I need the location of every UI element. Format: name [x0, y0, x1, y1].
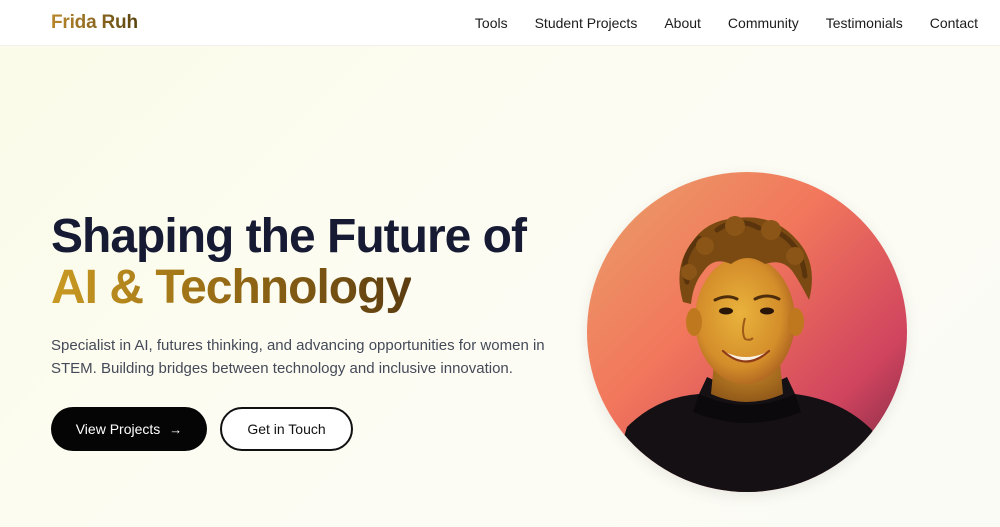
- get-in-touch-label: Get in Touch: [247, 421, 326, 437]
- get-in-touch-button[interactable]: Get in Touch: [220, 407, 353, 451]
- nav-links: Tools Student Projects About Community T…: [448, 15, 978, 31]
- view-projects-button[interactable]: View Projects →: [51, 407, 207, 451]
- arrow-right-icon: →: [169, 421, 183, 437]
- view-projects-label: View Projects: [75, 421, 161, 437]
- hero-section: Shaping the Future of AI & Technology Sp…: [0, 47, 1000, 527]
- hero-headline-line2: AI & Technology: [51, 261, 412, 314]
- nav-link-student-projects[interactable]: Student Projects: [535, 15, 638, 31]
- nav-link-community[interactable]: Community: [728, 15, 799, 31]
- nav-link-contact[interactable]: Contact: [930, 15, 978, 31]
- hero-headline: Shaping the Future of AI & Technology: [51, 211, 591, 313]
- nav-link-testimonials[interactable]: Testimonials: [826, 15, 903, 31]
- nav-link-tools[interactable]: Tools: [475, 15, 508, 31]
- hero-subtitle: Specialist in AI, futures thinking, and …: [51, 337, 545, 377]
- top-navbar: Frida Ruh Tools Student Projects About C…: [0, 0, 1000, 46]
- hero-headline-line1: Shaping the Future of: [51, 210, 527, 263]
- brand-logo[interactable]: Frida Ruh: [51, 12, 138, 34]
- portrait-photo: [587, 172, 907, 492]
- nav-link-about[interactable]: About: [664, 15, 701, 31]
